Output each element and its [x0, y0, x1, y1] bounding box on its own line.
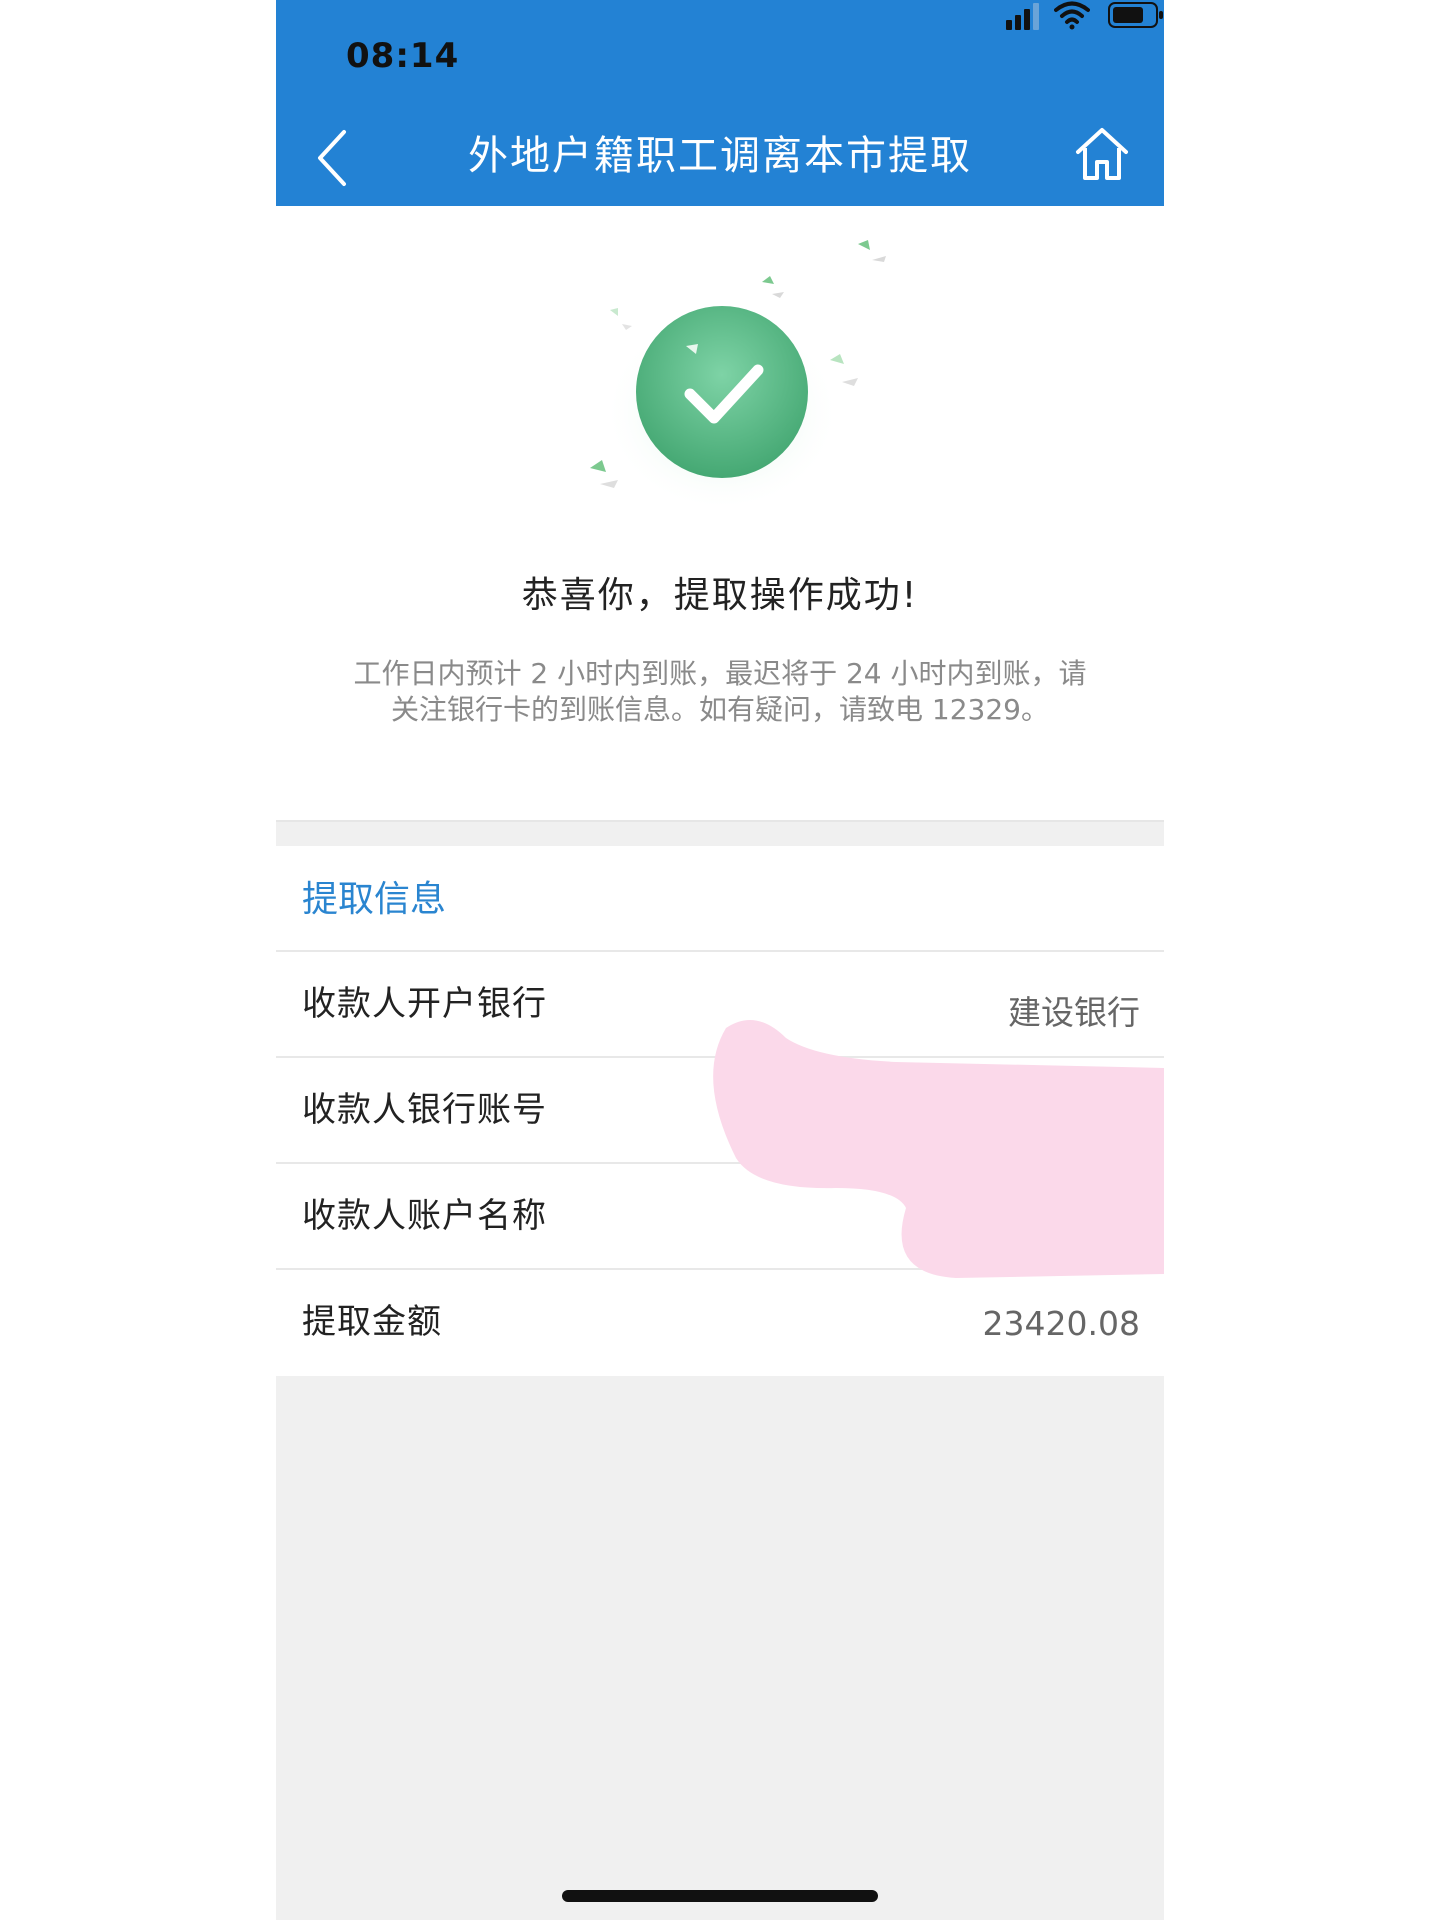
success-card: 恭喜你，提取操作成功! 工作日内预计 2 小时内到账，最迟将于 24 小时内到账… — [276, 206, 1164, 822]
row-label: 收款人开户银行 — [302, 984, 547, 1024]
signal-icon — [1006, 3, 1039, 30]
row-value: 建设银行 — [1008, 993, 1140, 1032]
row-label: 提取金额 — [302, 1302, 442, 1342]
info-row-amount: 提取金额 23420.08 — [276, 1270, 1164, 1376]
top-bar: 08:14 外地户籍职工调离本市提取 — [276, 0, 1164, 206]
info-row-bank: 收款人开户银行 建设银行 — [276, 952, 1164, 1058]
withdrawal-info-section: 提取信息 收款人开户银行 建设银行 收款人银行账号 收款人账户名称 提取金额 2… — [276, 846, 1164, 1376]
section-title: 提取信息 — [276, 846, 1164, 952]
info-row-account-name: 收款人账户名称 — [276, 1164, 1164, 1270]
status-time: 08:14 — [346, 36, 460, 76]
page-title: 外地户籍职工调离本市提取 — [468, 133, 972, 179]
back-chevron-icon[interactable] — [310, 128, 360, 188]
success-description-line1: 工作日内预计 2 小时内到账，最迟将于 24 小时内到账，请 — [353, 657, 1087, 690]
wifi-icon — [1054, 1, 1090, 30]
success-description: 工作日内预计 2 小时内到账，最迟将于 24 小时内到账，请 关注银行卡的到账信… — [316, 656, 1124, 728]
success-description-line2: 关注银行卡的到账信息。如有疑问，请致电 12329。 — [391, 693, 1049, 726]
home-indicator[interactable] — [562, 1890, 878, 1902]
home-icon[interactable] — [1072, 124, 1132, 184]
phone-screen: 08:14 外地户籍职工调离本市提取 恭喜你，提取操作成功! 工作日内预计 2 … — [276, 0, 1164, 1920]
success-check-icon — [590, 240, 886, 512]
battery-icon — [1108, 2, 1163, 28]
success-title: 恭喜你，提取操作成功! — [521, 575, 919, 616]
row-label: 收款人账户名称 — [302, 1196, 547, 1236]
info-row-account-number: 收款人银行账号 — [276, 1058, 1164, 1164]
row-value: 23420.08 — [982, 1304, 1140, 1343]
row-label: 收款人银行账号 — [302, 1090, 547, 1130]
